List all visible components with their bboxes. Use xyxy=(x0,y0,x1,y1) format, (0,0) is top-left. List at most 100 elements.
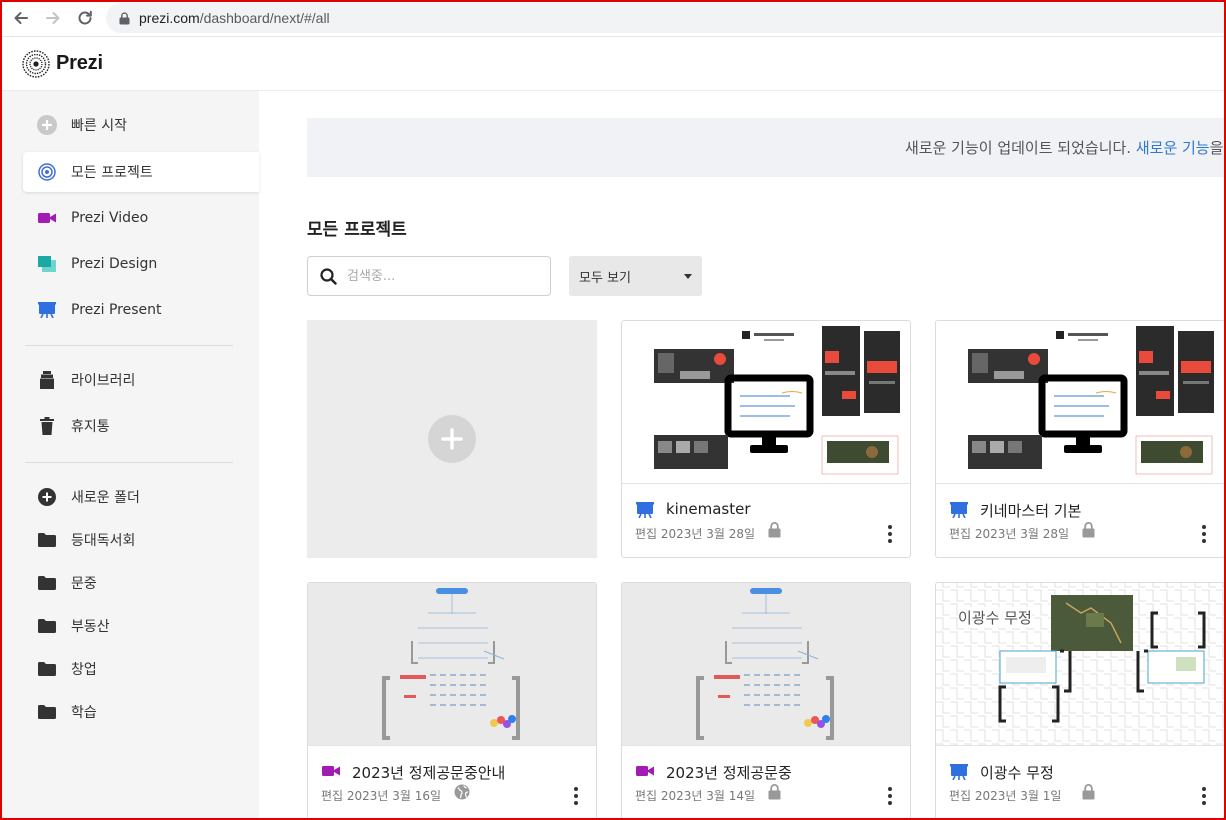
search-input[interactable] xyxy=(347,268,527,284)
project-title[interactable]: kinemaster xyxy=(666,500,751,518)
plus-icon xyxy=(428,415,476,463)
arrow-left-icon xyxy=(14,12,28,24)
url-text: prezi.com/dashboard/next/#/all xyxy=(139,10,330,26)
sidebar-item-label: 새로운 폴더 xyxy=(71,490,140,506)
globe-icon xyxy=(454,784,470,800)
lock-icon xyxy=(768,784,781,800)
more-options-icon[interactable] xyxy=(1202,787,1206,805)
project-title[interactable]: 2023년 정제공문중 xyxy=(666,762,792,783)
banner-text: 새로운 기능이 업데이트 되었습니다. 새로운 기능을 확 xyxy=(904,139,1226,157)
update-banner: 새로운 기능이 업데이트 되었습니다. 새로운 기능을 확 xyxy=(307,118,1226,177)
sidebar-item-label: 모든 프로젝트 xyxy=(71,165,153,181)
project-info: 2023년 정제공문중안내 편집 2023년 3월 16일 xyxy=(308,747,596,819)
sidebar-item-library[interactable]: 라이브러리 xyxy=(23,360,259,400)
more-options-icon[interactable] xyxy=(888,525,892,543)
folder-label: 문중 xyxy=(71,576,97,592)
project-info: kinemaster 편집 2023년 3월 28일 xyxy=(622,485,910,557)
sidebar-item-trash[interactable]: 휴지통 xyxy=(23,406,259,446)
present-icon xyxy=(950,502,968,518)
address-bar[interactable]: prezi.com/dashboard/next/#/all xyxy=(106,3,1226,33)
logo-text[interactable]: Prezi xyxy=(56,52,103,75)
more-options-icon[interactable] xyxy=(574,787,578,805)
folder-label: 부동산 xyxy=(71,619,110,635)
sidebar-folder[interactable]: 창업 xyxy=(23,649,259,689)
sidebar-folder[interactable]: 부동산 xyxy=(23,606,259,646)
project-title[interactable]: 2023년 정제공문중안내 xyxy=(352,762,505,783)
library-icon xyxy=(36,369,58,391)
video-camera-icon xyxy=(636,764,654,778)
project-date: 편집 2023년 3월 28일 xyxy=(635,527,756,541)
caret-down-icon xyxy=(684,273,692,279)
more-options-icon[interactable] xyxy=(1202,525,1206,543)
reload-icon xyxy=(78,10,92,25)
app-header: Prezi xyxy=(0,37,1226,91)
present-icon xyxy=(36,299,58,321)
folder-label: 창업 xyxy=(71,662,97,678)
trash-icon xyxy=(36,415,58,437)
search-box[interactable] xyxy=(307,256,551,296)
thumbnail-title: 이광수 무정 xyxy=(958,607,1032,628)
lock-icon xyxy=(768,522,781,538)
project-card[interactable]: 키네마스터 기본 편집 2023년 3월 28일 xyxy=(935,320,1225,558)
lock-icon xyxy=(1082,522,1095,538)
sidebar-item-label: Prezi Video xyxy=(71,210,149,226)
project-card[interactable]: 2023년 정제공문중 편집 2023년 3월 14일 xyxy=(621,582,911,820)
folder-icon xyxy=(36,529,58,551)
sidebar-item-label: 빠른 시작 xyxy=(71,118,127,134)
sidebar: 빠른 시작 모든 프로젝트 Prezi Video Prezi Design P… xyxy=(0,91,259,820)
project-thumbnail xyxy=(936,321,1224,484)
folder-icon xyxy=(36,615,58,637)
lock-icon xyxy=(1082,784,1095,800)
project-date: 편집 2023년 3월 1일 xyxy=(949,789,1062,803)
folder-label: 등대독서회 xyxy=(71,533,136,549)
lock-icon xyxy=(119,11,130,25)
prezi-logo-icon[interactable] xyxy=(22,49,50,78)
sidebar-item-label: Prezi Design xyxy=(71,256,158,272)
sidebar-item-prezi-present[interactable]: Prezi Present xyxy=(23,290,259,330)
add-circle-icon xyxy=(36,486,58,508)
filter-dropdown[interactable]: 모두 보기 xyxy=(569,256,702,296)
present-icon xyxy=(950,764,968,780)
project-title[interactable]: 이광수 무정 xyxy=(980,762,1054,783)
plus-circle-icon xyxy=(36,114,58,136)
banner-link[interactable]: 새로운 기능 xyxy=(1136,139,1210,157)
project-thumbnail xyxy=(622,583,910,746)
folder-label: 학습 xyxy=(71,705,97,721)
sidebar-item-label: 휴지통 xyxy=(71,419,110,435)
reload-button[interactable] xyxy=(69,2,101,34)
sidebar-item-quick-start[interactable]: 빠른 시작 xyxy=(23,105,259,145)
project-date: 편집 2023년 3월 14일 xyxy=(635,789,756,803)
sidebar-folder[interactable]: 등대독서회 xyxy=(23,520,259,560)
folder-icon xyxy=(36,572,58,594)
present-icon xyxy=(636,502,654,518)
sidebar-item-prezi-video[interactable]: Prezi Video xyxy=(23,198,259,238)
project-info: 2023년 정제공문중 편집 2023년 3월 14일 xyxy=(622,747,910,819)
new-project-card[interactable] xyxy=(307,320,597,558)
back-button[interactable] xyxy=(5,2,37,34)
project-info: 키네마스터 기본 편집 2023년 3월 28일 xyxy=(936,485,1224,557)
folder-icon xyxy=(36,658,58,680)
design-icon xyxy=(36,253,58,275)
project-thumbnail xyxy=(308,583,596,746)
sidebar-item-new-folder[interactable]: 새로운 폴더 xyxy=(23,477,259,517)
project-info: 이광수 무정 편집 2023년 3월 1일 xyxy=(936,747,1224,819)
prezi-spiral-icon xyxy=(36,161,58,183)
project-date: 편집 2023년 3월 28일 xyxy=(949,527,1070,541)
folder-icon xyxy=(36,701,58,723)
sidebar-divider xyxy=(25,345,233,346)
forward-button[interactable] xyxy=(37,2,69,34)
search-icon xyxy=(320,267,337,285)
sidebar-folder[interactable]: 학습 xyxy=(23,692,259,732)
project-card[interactable]: kinemaster 편집 2023년 3월 28일 xyxy=(621,320,911,558)
more-options-icon[interactable] xyxy=(888,787,892,805)
browser-toolbar: prezi.com/dashboard/next/#/all xyxy=(0,0,1226,37)
project-card[interactable]: 2023년 정제공문중안내 편집 2023년 3월 16일 xyxy=(307,582,597,820)
sidebar-item-prezi-design[interactable]: Prezi Design xyxy=(23,244,259,284)
project-title[interactable]: 키네마스터 기본 xyxy=(980,500,1081,521)
project-card[interactable]: 이광수 무정 이광수 무정 편집 2023년 3월 1일 xyxy=(935,582,1225,820)
sidebar-folder[interactable]: 문중 xyxy=(23,563,259,603)
sidebar-item-all-projects[interactable]: 모든 프로젝트 xyxy=(23,152,259,192)
sidebar-item-label: Prezi Present xyxy=(71,302,162,318)
arrow-right-icon xyxy=(46,12,60,24)
video-camera-icon xyxy=(322,764,340,778)
